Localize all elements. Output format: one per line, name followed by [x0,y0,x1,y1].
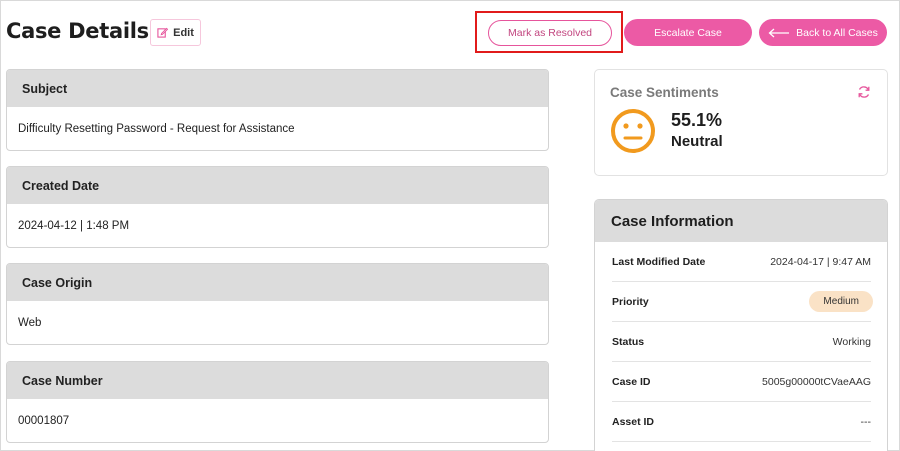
case-origin-card: Case Origin Web [6,263,549,345]
info-row-priority: Priority Medium [612,282,873,322]
info-value: --- [860,415,872,428]
card-label: Created Date [7,167,548,204]
info-label: Case ID [612,375,651,388]
edit-icon [157,27,169,38]
card-label: Subject [7,70,548,107]
info-label: Status [612,335,645,348]
case-sentiments-card: Case Sentiments 55.1% Neutral [594,69,888,176]
info-row-asset-id: Asset ID --- [612,402,871,442]
highlight-box: Mark as Resolved [475,11,623,53]
arrow-left-icon [768,28,790,37]
info-label: Asset ID [612,415,655,428]
case-information-title: Case Information [595,200,887,242]
page-title: Case Details [6,19,149,43]
card-value: 00001807 [18,415,70,427]
back-to-all-cases-button[interactable]: Back to All Cases [759,19,887,46]
refresh-icon[interactable] [857,85,871,99]
card-label: Case Origin [7,264,548,301]
card-value: Difficulty Resetting Password - Request … [18,123,295,135]
escalate-case-button[interactable]: Escalate Case [624,19,752,46]
edit-button[interactable]: Edit [150,19,201,46]
card-label: Case Number [7,362,548,399]
info-value: 5005g00000tCVaeAAG [762,375,871,388]
info-label: Last Modified Date [612,255,706,268]
case-information-card: Case Information Last Modified Date 2024… [594,199,888,451]
subject-card: Subject Difficulty Resetting Password - … [6,69,549,151]
created-date-card: Created Date 2024-04-12 | 1:48 PM [6,166,549,248]
mark-as-resolved-button[interactable]: Mark as Resolved [488,20,612,46]
sentiment-label: Neutral [671,133,723,150]
card-value: 2024-04-12 | 1:48 PM [18,220,130,232]
back-button-label: Back to All Cases [796,26,878,39]
info-value: 2024-04-17 | 9:47 AM [770,255,871,268]
neutral-face-icon [611,109,655,153]
info-row-last-modified: Last Modified Date 2024-04-17 | 9:47 AM [612,242,871,282]
sentiment-title: Case Sentiments [610,85,719,100]
priority-badge: Medium [809,291,873,312]
info-value: Working [832,335,871,348]
info-row-status: Status Working [612,322,871,362]
case-number-card: Case Number 00001807 [6,361,549,443]
card-value: Web [18,317,42,329]
info-row-case-id: Case ID 5005g00000tCVaeAAG [612,362,871,402]
sentiment-percent: 55.1% [671,110,723,130]
info-label: Priority [612,295,649,308]
edit-button-label: Edit [173,26,194,39]
